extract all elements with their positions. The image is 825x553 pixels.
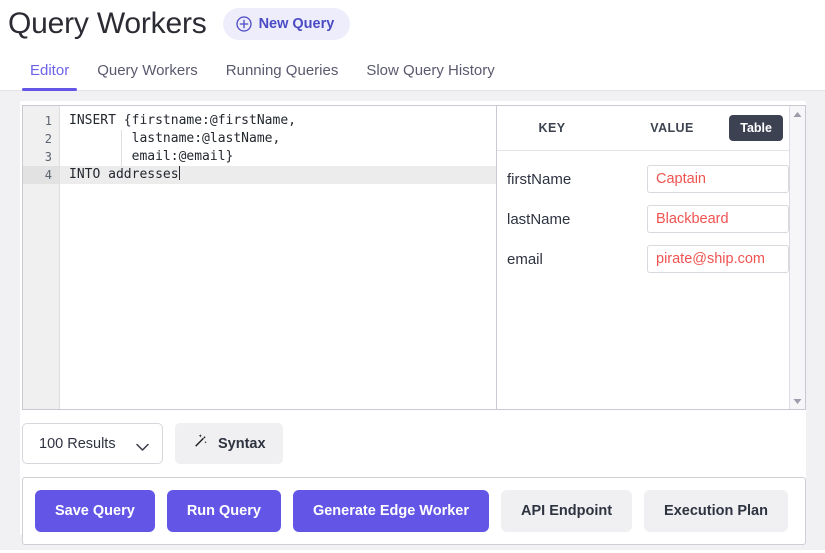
tab-query-workers[interactable]: Query Workers xyxy=(83,62,212,90)
indent-guide xyxy=(121,130,122,166)
editor-params-split: 1 2 3 4 INSERT {firstname:@firstName, la… xyxy=(22,105,806,410)
query-parameters-panel: KEY VALUE Table firstName lastName xyxy=(496,106,805,409)
tab-editor-label: Editor xyxy=(30,62,69,79)
save-query-button[interactable]: Save Query xyxy=(35,490,155,532)
tab-running-queries-label: Running Queries xyxy=(226,62,339,79)
action-buttons-bar: Save Query Run Query Generate Edge Worke… xyxy=(22,477,806,545)
editor-card: 1 2 3 4 INSERT {firstname:@firstName, la… xyxy=(20,101,806,535)
param-key: email xyxy=(507,251,647,268)
triangle-up-icon[interactable] xyxy=(790,106,805,122)
page-body: 1 2 3 4 INSERT {firstname:@firstName, la… xyxy=(0,91,825,550)
page-title: Query Workers xyxy=(8,9,207,39)
run-query-button[interactable]: Run Query xyxy=(167,490,281,532)
param-row: email xyxy=(497,239,805,279)
code-line: INSERT {firstname:@firstName, xyxy=(60,112,496,130)
code-area[interactable]: INSERT {firstname:@firstName, lastname:@… xyxy=(60,106,496,409)
code-line: lastname:@lastName, xyxy=(60,130,496,148)
line-number-gutter: 1 2 3 4 xyxy=(23,106,60,409)
code-line: email:@email} xyxy=(60,148,496,166)
execution-plan-button[interactable]: Execution Plan xyxy=(644,490,788,532)
line-number: 2 xyxy=(23,130,59,148)
plus-circle-icon xyxy=(236,16,252,32)
table-mode-badge[interactable]: Table xyxy=(729,115,783,141)
line-number: 3 xyxy=(23,148,59,166)
tab-query-workers-label: Query Workers xyxy=(97,62,198,79)
params-rows: firstName lastName email xyxy=(497,151,805,279)
param-row: firstName xyxy=(497,159,805,199)
tab-bar: Editor Query Workers Running Queries Slo… xyxy=(0,47,825,91)
column-header-key: KEY xyxy=(497,121,607,135)
code-line-active: INTO addresses xyxy=(60,166,496,184)
param-row: lastName xyxy=(497,199,805,239)
api-endpoint-button[interactable]: API Endpoint xyxy=(501,490,632,532)
syntax-button[interactable]: Syntax xyxy=(175,423,283,464)
code-line-text: INTO addresses xyxy=(69,167,179,182)
magic-wand-icon xyxy=(192,433,209,454)
chevron-down-icon xyxy=(136,439,149,457)
param-value-input[interactable] xyxy=(647,165,789,193)
tab-slow-query-history[interactable]: Slow Query History xyxy=(352,62,508,90)
tab-running-queries[interactable]: Running Queries xyxy=(212,62,353,90)
params-header-row: KEY VALUE Table xyxy=(497,106,805,151)
param-key: firstName xyxy=(507,171,647,188)
generate-edge-worker-button[interactable]: Generate Edge Worker xyxy=(293,490,489,532)
query-editor[interactable]: 1 2 3 4 INSERT {firstname:@firstName, la… xyxy=(23,106,496,409)
triangle-down-icon[interactable] xyxy=(790,393,805,409)
results-limit-select[interactable]: 100 Results xyxy=(22,423,163,464)
text-caret xyxy=(179,166,180,180)
page-header: Query Workers New Query xyxy=(0,0,825,47)
syntax-label: Syntax xyxy=(218,436,266,452)
line-number: 4 xyxy=(23,166,59,184)
tab-slow-query-history-label: Slow Query History xyxy=(366,62,494,79)
app-root: Query Workers New Query Editor Query Wor… xyxy=(0,0,825,553)
param-value-input[interactable] xyxy=(647,205,789,233)
new-query-label: New Query xyxy=(259,16,335,32)
line-number: 1 xyxy=(23,112,59,130)
results-limit-label: 100 Results xyxy=(39,436,116,452)
tab-editor[interactable]: Editor xyxy=(16,62,83,90)
new-query-button[interactable]: New Query xyxy=(223,8,351,40)
editor-toolbar: 100 Results Syntax xyxy=(22,423,283,464)
param-value-input[interactable] xyxy=(647,245,789,273)
params-vertical-scrollbar[interactable] xyxy=(789,106,805,409)
param-key: lastName xyxy=(507,211,647,228)
